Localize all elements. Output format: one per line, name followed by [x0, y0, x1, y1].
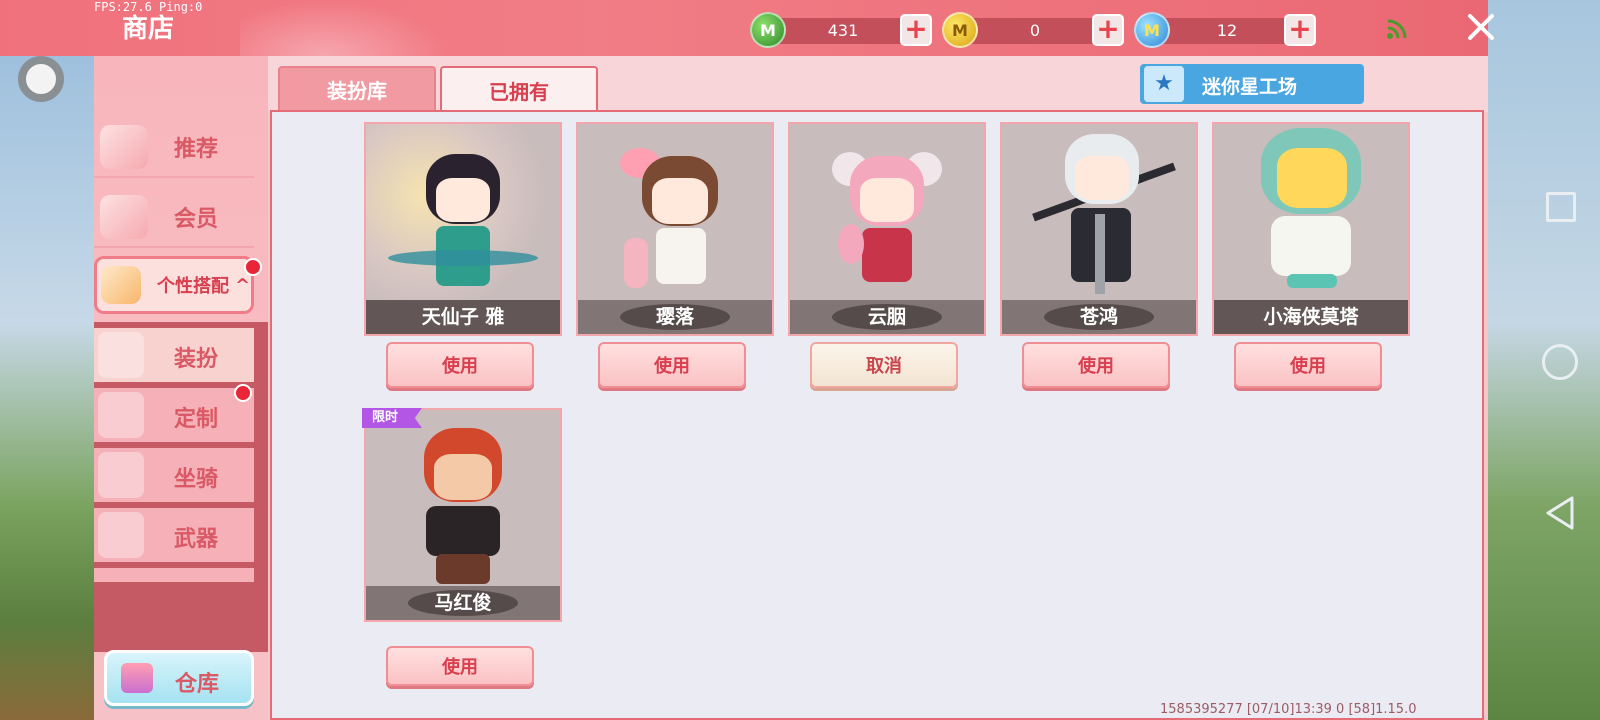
- sidebar-item-vip[interactable]: 会员: [94, 184, 254, 250]
- skin-card[interactable]: 璎落: [576, 122, 774, 336]
- brush-icon: [98, 392, 144, 438]
- skin-name: 苍鸿: [1002, 300, 1196, 334]
- skin-portrait: [578, 124, 772, 302]
- back-icon[interactable]: [1544, 496, 1576, 530]
- sidebar-subitem-outfit[interactable]: 装扮: [94, 328, 254, 382]
- skin-portrait: [1002, 124, 1196, 302]
- skin-portrait: [1214, 124, 1408, 302]
- mini-workshop-button[interactable]: ★ 迷你星工场: [1140, 64, 1364, 104]
- sidebar-subitem-mount[interactable]: 坐骑: [94, 448, 254, 502]
- skin-portrait: [366, 124, 560, 302]
- notification-dot: [234, 384, 252, 402]
- sidebar-subitem-partial[interactable]: [94, 568, 254, 582]
- notification-dot: [244, 258, 262, 276]
- currency-value: 0: [1029, 21, 1041, 40]
- top-bar: 商店 431 M + 0 M + 12 M +: [0, 0, 1494, 56]
- star-icon: ★: [1144, 66, 1184, 102]
- currency-green: 431 M +: [750, 12, 940, 48]
- skin-card[interactable]: 小海侠莫塔: [1212, 122, 1410, 336]
- gun-icon: [98, 512, 144, 558]
- cancel-button[interactable]: 取消: [810, 342, 958, 388]
- main-panel: 装扮库 已拥有 ★ 迷你星工场 天仙子 雅 使用 璎落 使用 云胭 取消 苍鸿 …: [268, 56, 1488, 720]
- floating-menu-button[interactable]: [18, 56, 64, 102]
- build-info: 1585395277 [07/10]13:39 0 [58]1.15.0: [1160, 702, 1417, 717]
- use-button[interactable]: 使用: [386, 646, 534, 686]
- use-button[interactable]: 使用: [1022, 342, 1170, 388]
- skin-card[interactable]: 云胭: [788, 122, 986, 336]
- currency-gold: 0 M +: [942, 12, 1132, 48]
- use-button[interactable]: 使用: [1234, 342, 1382, 388]
- fps-readout: FPS:27.6 Ping:0: [94, 0, 203, 14]
- sidebar-item-recommend[interactable]: 推荐: [94, 114, 254, 180]
- skin-card[interactable]: 马红俊 限时: [362, 408, 562, 622]
- sidebar-submenu: 装扮 定制 坐骑 武器: [94, 322, 268, 652]
- skin-portrait: [366, 410, 560, 588]
- use-button[interactable]: 使用: [386, 342, 534, 388]
- sidebar-item-fashion[interactable]: 个性搭配 ^: [94, 256, 254, 314]
- currency-blue: 12 M +: [1134, 12, 1324, 48]
- add-blue-currency-button[interactable]: +: [1284, 14, 1316, 46]
- owned-skins-grid: 天仙子 雅 使用 璎落 使用 云胭 取消 苍鸿 使用 小海侠莫塔 使用 马红俊 …: [270, 110, 1484, 720]
- skin-name: 小海侠莫塔: [1214, 300, 1408, 334]
- skin-portrait: [790, 124, 984, 302]
- title-decoration: [240, 0, 450, 56]
- blue-coin-icon: M: [1134, 12, 1170, 48]
- skin-name: 璎落: [578, 300, 772, 334]
- skin-card[interactable]: 天仙子 雅: [364, 122, 562, 336]
- vip-icon: [100, 195, 148, 239]
- sidebar-subitem-weapon[interactable]: 武器: [94, 508, 254, 562]
- skin-name: 天仙子 雅: [366, 300, 560, 334]
- tab-outfit-library[interactable]: 装扮库: [278, 66, 436, 112]
- skin-name: 云胭: [790, 300, 984, 334]
- fashion-icon: [101, 266, 141, 304]
- currency-value: 431: [827, 21, 859, 40]
- rss-icon[interactable]: [1386, 18, 1408, 40]
- gold-coin-icon: M: [942, 12, 978, 48]
- sidebar: 推荐 会员 个性搭配 ^ 装扮 定制 坐骑 武器 仓库: [94, 56, 268, 720]
- green-gem-icon: M: [750, 12, 786, 48]
- add-gold-currency-button[interactable]: +: [1092, 14, 1124, 46]
- use-button[interactable]: 使用: [598, 342, 746, 388]
- tab-owned[interactable]: 已拥有: [440, 66, 598, 112]
- sidebar-subitem-custom[interactable]: 定制: [94, 388, 254, 442]
- home-icon[interactable]: [1542, 344, 1578, 380]
- game-background-left: [0, 56, 96, 720]
- close-icon[interactable]: [1464, 10, 1498, 44]
- warehouse-button[interactable]: 仓库: [104, 650, 254, 706]
- currency-value: 12: [1216, 21, 1238, 40]
- limited-time-badge: 限时: [362, 408, 422, 428]
- recent-apps-icon[interactable]: [1546, 192, 1576, 222]
- chevron-up-icon: ^: [235, 274, 251, 296]
- mount-icon: [98, 452, 144, 498]
- tab-strip: 装扮库 已拥有 ★ 迷你星工场: [268, 56, 1488, 112]
- chest-icon: [121, 663, 153, 693]
- thumbs-up-icon: [100, 125, 148, 169]
- add-green-currency-button[interactable]: +: [900, 14, 932, 46]
- skin-card[interactable]: 苍鸿: [1000, 122, 1198, 336]
- skin-name: 马红俊: [366, 586, 560, 620]
- shirt-icon: [98, 332, 144, 378]
